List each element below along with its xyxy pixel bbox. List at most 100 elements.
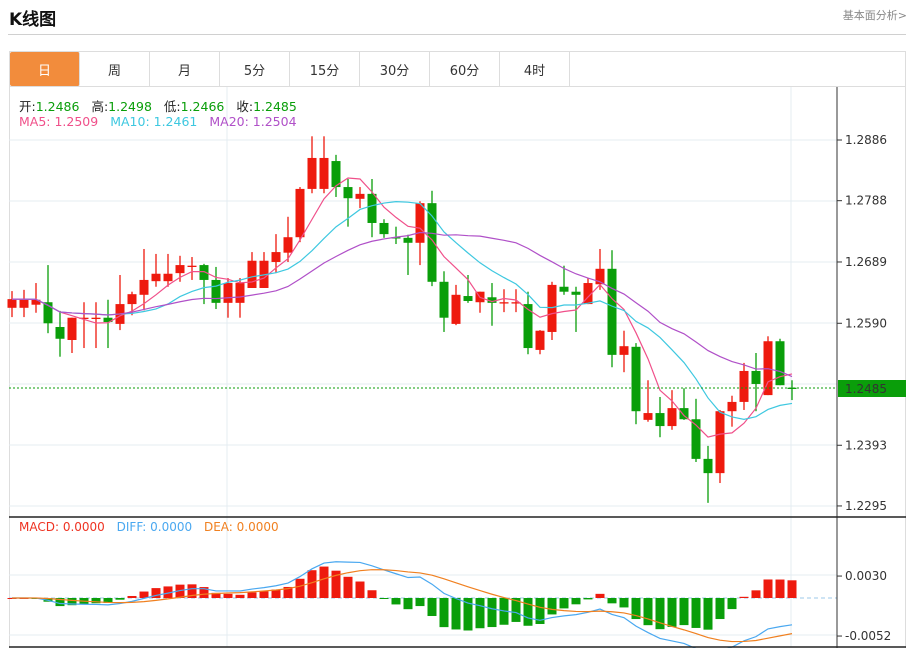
candle	[739, 362, 749, 410]
candle	[43, 265, 53, 334]
ohlc-info: 开:1.2486 高:1.2498 低:1.2466 收:1.2485	[19, 96, 305, 115]
candle	[499, 289, 509, 313]
candle-body	[307, 157, 317, 189]
macd-bar	[259, 591, 269, 598]
ma5-value: MA5: 1.2509	[19, 114, 99, 129]
candle-body	[55, 326, 65, 339]
candle-body	[463, 296, 473, 301]
macd-bar	[487, 598, 497, 628]
macd-bar	[547, 598, 557, 615]
open-value: 1.2486	[35, 99, 80, 114]
open-label: 开:	[19, 99, 36, 114]
candle	[331, 154, 341, 197]
candle-body	[355, 193, 365, 199]
candle	[403, 234, 413, 275]
macd-bar	[643, 598, 653, 626]
candle	[283, 216, 293, 262]
macd-bar	[595, 593, 605, 598]
current-price-label: 1.2485	[845, 382, 887, 396]
candle	[307, 136, 317, 194]
candle-body	[415, 203, 425, 243]
candle	[391, 226, 401, 245]
macd-bar	[235, 594, 245, 598]
candle	[787, 380, 797, 401]
candle	[523, 291, 533, 355]
candle	[67, 317, 77, 354]
candle-body	[367, 193, 377, 223]
candle	[91, 302, 101, 349]
macd-bar	[343, 576, 353, 598]
candle-body	[187, 265, 197, 267]
candle-body	[343, 187, 353, 199]
candle-body	[283, 237, 293, 253]
macd-bar	[391, 598, 401, 605]
macd-bar	[583, 598, 593, 600]
candle	[535, 330, 545, 355]
candle	[259, 252, 269, 288]
ma10-line	[12, 201, 793, 420]
candle	[655, 396, 665, 438]
candle	[343, 179, 353, 227]
price-tick-label: 1.2788	[845, 194, 887, 208]
candle-body	[631, 346, 641, 412]
candle	[667, 390, 677, 430]
candle	[691, 398, 701, 462]
candle	[187, 257, 197, 280]
candle	[19, 289, 29, 318]
macd-bar	[691, 598, 701, 628]
ma20-value: MA20: 1.2504	[209, 114, 297, 129]
macd-bar	[715, 598, 725, 620]
candle-body	[703, 458, 713, 474]
candle-body	[247, 260, 257, 288]
grid	[9, 87, 837, 647]
price-tick-label: 1.2393	[845, 438, 887, 452]
macd-value: MACD: 0.0000	[19, 520, 105, 534]
price-tick-label: 1.2590	[845, 316, 887, 330]
macd-bar	[223, 593, 233, 598]
candle	[115, 274, 125, 331]
candle-body	[163, 273, 173, 282]
candle-body	[319, 157, 329, 189]
macd-tick-label: -0.0052	[845, 629, 891, 643]
price-tick-label: 1.2295	[845, 499, 887, 513]
candle-body	[727, 401, 737, 412]
macd-bar	[367, 590, 377, 598]
candle-body	[451, 294, 461, 324]
close-value: 1.2485	[253, 99, 297, 114]
candle	[487, 283, 497, 326]
candle-body	[571, 291, 581, 295]
candle-body	[427, 203, 437, 282]
candle-body	[91, 317, 101, 320]
candle-body	[439, 281, 449, 318]
candle	[451, 284, 461, 326]
macd-bar	[379, 598, 389, 599]
candle	[7, 291, 17, 318]
candle	[151, 253, 161, 287]
candle-body	[715, 411, 725, 474]
candle-body	[7, 299, 17, 308]
candle	[475, 291, 485, 313]
candle	[319, 136, 329, 194]
macd-info: MACD: 0.0000 DIFF: 0.0000 DEA: 0.0000	[19, 520, 287, 534]
dea-value: DEA: 0.0000	[203, 520, 279, 534]
candle	[355, 187, 365, 209]
candle-body	[751, 370, 761, 384]
macd-bar	[295, 578, 305, 598]
candle-body	[499, 302, 509, 304]
macd-bar	[775, 579, 785, 598]
candle	[235, 278, 245, 318]
candle-body	[403, 237, 413, 243]
candle-body	[655, 413, 665, 427]
candle	[643, 380, 653, 422]
macd-bar	[475, 598, 485, 629]
moving-averages	[12, 177, 793, 438]
candle-body	[151, 273, 161, 282]
ma20-line	[12, 231, 793, 378]
macd-bar	[451, 598, 461, 630]
diff-value: DIFF: 0.0000	[116, 520, 193, 534]
candle-body	[619, 346, 629, 355]
candle-body	[295, 188, 305, 238]
candle-body	[535, 330, 545, 350]
macd-bar	[247, 592, 257, 598]
low-label: 低:	[163, 99, 181, 114]
